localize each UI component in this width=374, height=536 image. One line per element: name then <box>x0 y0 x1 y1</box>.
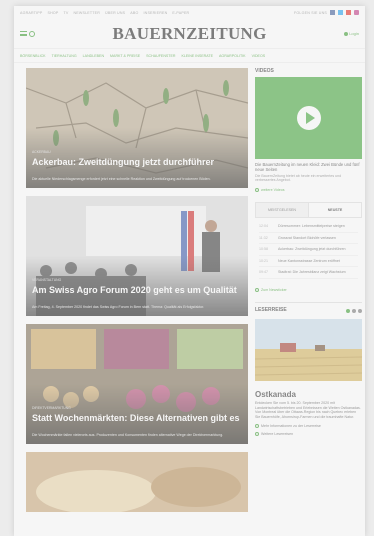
article-teaser: Die Wochenmärkte fallen vielerorts aus. … <box>32 433 224 438</box>
news-time: 11:32 <box>259 235 268 240</box>
page: AGRARTIPP SHOP TV NEWSLETTER ÜBER UNS AB… <box>14 6 365 536</box>
arrow-circle-icon <box>255 431 259 436</box>
article-meta: ACKERBAU <box>32 150 51 154</box>
leserreise-link2: Weitere Leserreisen <box>261 431 294 436</box>
user-login[interactable]: Login <box>344 31 359 36</box>
main-nav: BÖRSENBLICK TIERHALTUNG LANDLEBEN MARKT … <box>14 49 365 63</box>
top-link-2[interactable]: SHOP <box>48 11 59 15</box>
site-logo[interactable]: BAUERNZEITUNG <box>113 24 267 44</box>
top-link-8[interactable]: E-PAPER <box>172 11 189 15</box>
top-link-4[interactable]: NEWSLETTER <box>74 11 101 15</box>
leserreise-header: LESERREISE <box>255 301 362 316</box>
newsticker-label: Zum Newsticker <box>261 287 287 292</box>
leserreise-all-link[interactable]: Weitere Leserreisen <box>255 431 362 436</box>
nav-item-5[interactable]: SCHAUFENSTER <box>146 54 175 58</box>
nav-item-2[interactable]: TIERHALTUNG <box>52 54 77 58</box>
list-item[interactable]: 10:58 Ackerbau: Zweitdüngung jetzt durchf… <box>259 244 358 256</box>
play-icon[interactable] <box>296 106 321 130</box>
nav-item-7[interactable]: AGRARPOLITIK <box>219 54 246 58</box>
top-bar: AGRARTIPP SHOP TV NEWSLETTER ÜBER UNS AB… <box>14 6 365 19</box>
top-link-7[interactable]: INSERIEREN <box>143 11 167 15</box>
news-headline[interactable]: Neue Kantonsstrasse Zentrum eröffnet <box>278 259 340 263</box>
news-headline[interactable]: Stadtrat: Die Jahresbilanz zeigt Wachstu… <box>278 270 346 274</box>
nav-item-6[interactable]: KLEINE INSERATE <box>182 54 214 58</box>
leserreise-title: LESERREISE <box>255 306 287 313</box>
leserreise-link1: Mehr Informationen zu der Leserreise <box>261 423 321 428</box>
more-videos-label: weitere Videos <box>261 188 285 193</box>
nav-item-4[interactable]: MARKT & PREISE <box>110 54 140 58</box>
social-area: FOLGEN SIE UNS <box>294 10 359 15</box>
carousel-dot-3[interactable] <box>358 309 362 314</box>
user-icon <box>344 31 349 36</box>
more-videos-link[interactable]: weitere Videos <box>255 188 362 193</box>
carousel-dots <box>346 309 362 314</box>
youtube-icon[interactable] <box>346 10 351 15</box>
article-title[interactable]: Statt Wochenmärkten: Diese Alternativen … <box>32 413 242 423</box>
top-link-1[interactable]: AGRARTIPP <box>20 11 43 15</box>
article-teaser: Am Freitag, 4. September 2020 findet das… <box>32 305 205 310</box>
video-subcaption: Die BauernZeitung bietet ab heute ein er… <box>255 173 342 182</box>
top-link-5[interactable]: ÜBER UNS <box>105 11 125 15</box>
user-label: Login <box>349 31 359 36</box>
menu-search-group <box>20 30 35 37</box>
news-tabs: MEISTGELESEN NEUSTE <box>255 202 362 219</box>
video-caption[interactable]: Die BauernZeitung im neuen Kleid: Zwei B… <box>255 162 362 173</box>
leserreise-destination[interactable]: Ostkanada <box>255 390 362 399</box>
news-time: 10:21 <box>259 258 268 263</box>
article-meta: DIREKTVERMARKTUNG <box>32 406 71 410</box>
facebook-icon[interactable] <box>330 10 335 15</box>
leserreise-more-link[interactable]: Mehr Informationen zu der Leserreise <box>255 423 362 428</box>
sidebar: VIDEOS Die BauernZeitung im neuen Kleid:… <box>254 68 363 436</box>
news-headline[interactable]: Dürresommer: Lebensmittelpreise steigen <box>278 224 345 228</box>
tab-neuste[interactable]: NEUSTE <box>308 203 361 218</box>
carousel-dot-2[interactable] <box>352 309 356 314</box>
search-icon[interactable] <box>29 30 35 37</box>
news-headline[interactable]: Grossrat Standort Biohöfe verlassen <box>278 236 336 240</box>
article-title[interactable]: Ackerbau: Zweitdüngung jetzt durchführer <box>32 157 242 167</box>
news-time: 10:58 <box>259 247 268 252</box>
article-column: ACKERBAU Ackerbau: Zweitdüngung jetzt du… <box>26 68 248 520</box>
arrow-circle-icon <box>255 287 259 292</box>
twitter-icon[interactable] <box>338 10 343 15</box>
article-title[interactable]: Am Swiss Agro Forum 2020 geht es um Qual… <box>32 285 242 295</box>
nav-item-8[interactable]: VIDEOS <box>252 54 266 58</box>
leserreise-text: Entdecken Sie vom 5. bis 20. September 2… <box>255 400 361 419</box>
top-link-6[interactable]: ABO <box>130 11 138 15</box>
article-teaser: Die aktuelle Niederschlagsmenge erforder… <box>32 177 211 182</box>
article-meta: VERANSTALTUNG <box>32 278 62 282</box>
menu-icon[interactable] <box>20 31 27 36</box>
follow-label: FOLGEN SIE UNS <box>294 10 327 15</box>
list-item[interactable]: 11:32 Grossrat Standort Biohöfe verlassen <box>259 233 358 245</box>
newsticker-link[interactable]: Zum Newsticker <box>255 287 362 292</box>
list-item[interactable]: 12:04 Dürresommer: Lebensmittelpreise ste… <box>259 221 358 233</box>
bread-image <box>26 452 248 512</box>
article-card[interactable]: ACKERBAU Ackerbau: Zweitdüngung jetzt du… <box>26 68 248 188</box>
site-header: BAUERNZEITUNG Login <box>14 19 365 49</box>
instagram-icon[interactable] <box>354 10 359 15</box>
arrow-circle-icon <box>255 423 259 428</box>
tab-meistgelesen[interactable]: MEISTGELESEN <box>256 203 308 218</box>
news-time: 12:04 <box>259 224 268 229</box>
list-item[interactable]: 09:47 Stadtrat: Die Jahresbilanz zeigt Wa… <box>259 267 358 279</box>
nav-item-1[interactable]: BÖRSENBLICK <box>20 54 46 58</box>
carousel-dot-1[interactable] <box>346 309 350 314</box>
news-time: 09:47 <box>259 270 268 275</box>
top-link-3[interactable]: TV <box>64 11 69 15</box>
nav-item-3[interactable]: LANDLEBEN <box>83 54 104 58</box>
news-headline[interactable]: Ackerbau: Zweitdüngung jetzt durchführen <box>278 247 346 251</box>
video-player[interactable] <box>255 77 362 159</box>
arrow-circle-icon <box>255 188 259 193</box>
news-list: 12:04 Dürresommer: Lebensmittelpreise ste… <box>255 218 362 281</box>
article-card[interactable] <box>26 452 248 512</box>
article-card[interactable]: DIREKTVERMARKTUNG Statt Wochenmärkten: D… <box>26 324 248 444</box>
list-item[interactable]: 10:21 Neue Kantonsstrasse Zentrum eröffne… <box>259 256 358 268</box>
videos-title: VIDEOS <box>255 68 274 74</box>
article-card[interactable]: VERANSTALTUNG Am Swiss Agro Forum 2020 g… <box>26 196 248 316</box>
farmland-image[interactable] <box>254 318 363 381</box>
top-links: AGRARTIPP SHOP TV NEWSLETTER ÜBER UNS AB… <box>20 11 294 15</box>
